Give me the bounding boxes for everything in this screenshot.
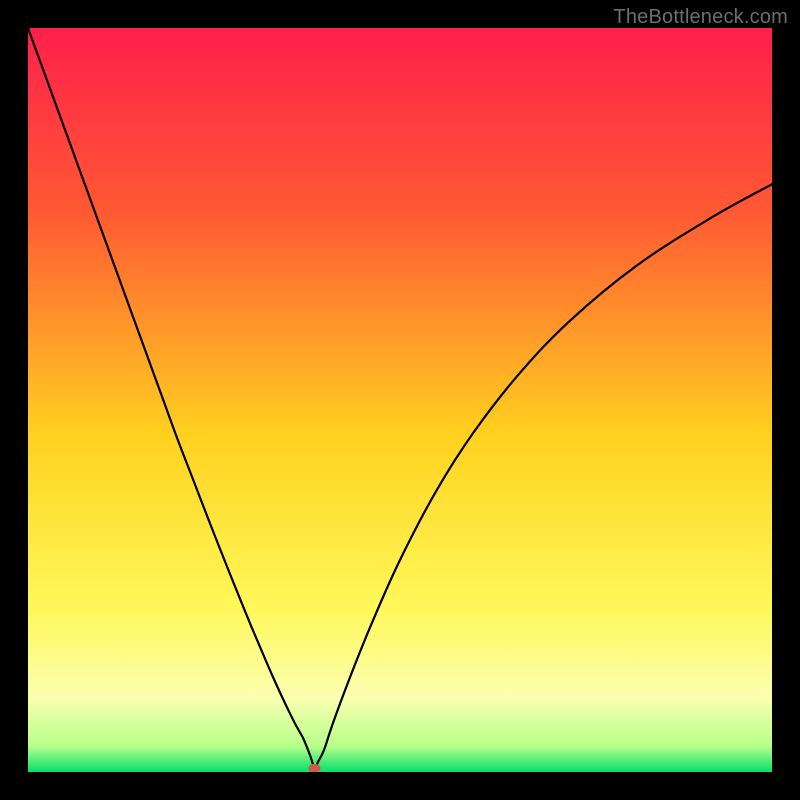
- bottleneck-chart: [28, 28, 772, 772]
- outer-frame: TheBottleneck.com: [0, 0, 800, 800]
- gradient-background: [28, 28, 772, 772]
- watermark-label: TheBottleneck.com: [613, 6, 788, 29]
- plot-area: [28, 28, 772, 772]
